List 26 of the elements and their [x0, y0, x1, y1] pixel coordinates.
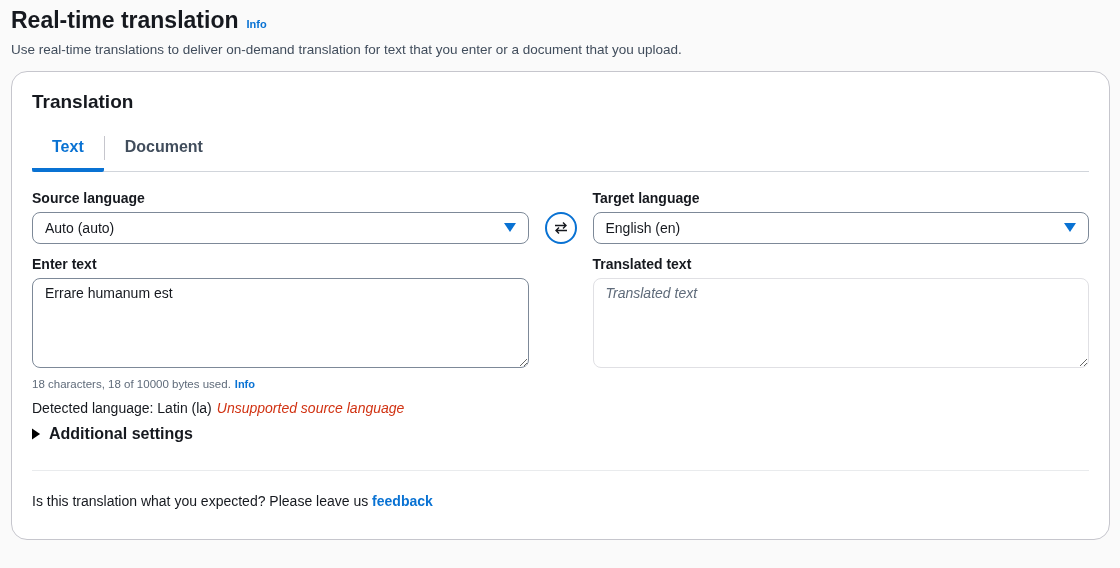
swap-icon	[552, 220, 569, 236]
feedback-sentence: Is this translation what you expected? Please leave us feedback	[32, 492, 434, 511]
field-label: Source language	[32, 189, 146, 208]
additional-settings-toggle[interactable]: Additional settings	[32, 422, 193, 446]
text-input[interactable]: Errare humanum est	[32, 278, 529, 368]
unsupported-warning: Unsupported source language	[216, 399, 405, 418]
detected-language: Detected language: Latin (la)	[32, 399, 212, 418]
character-counter: 18 characters, 18 of 10000 bytes used.	[32, 378, 231, 390]
caret-icon	[503, 223, 516, 233]
field-label: Enter text	[32, 255, 98, 274]
tab[interactable]: Document	[104, 128, 223, 172]
info-link[interactable]: Info	[234, 378, 255, 390]
panel-title: Translation	[32, 90, 135, 114]
language-select[interactable]: English (en)	[592, 212, 1089, 244]
swap-button[interactable]	[544, 212, 577, 244]
language-select[interactable]: Auto (auto)	[32, 212, 529, 244]
expand-triangle-icon	[32, 428, 41, 440]
field-label: Translated text	[592, 255, 693, 274]
feedback-link[interactable]: feedback	[372, 493, 433, 509]
tab[interactable]: Text	[32, 128, 104, 172]
caret-icon	[1064, 223, 1076, 233]
page-title: Real-time translation	[11, 6, 239, 35]
field-label: Target language	[592, 189, 701, 208]
info-link[interactable]: Info	[246, 18, 267, 30]
page-description: Use real-time translations to deliver on-demand translation for text that you enter or a document that you upload.	[11, 41, 683, 59]
translated-text-output[interactable]: Translated text	[592, 278, 1089, 368]
